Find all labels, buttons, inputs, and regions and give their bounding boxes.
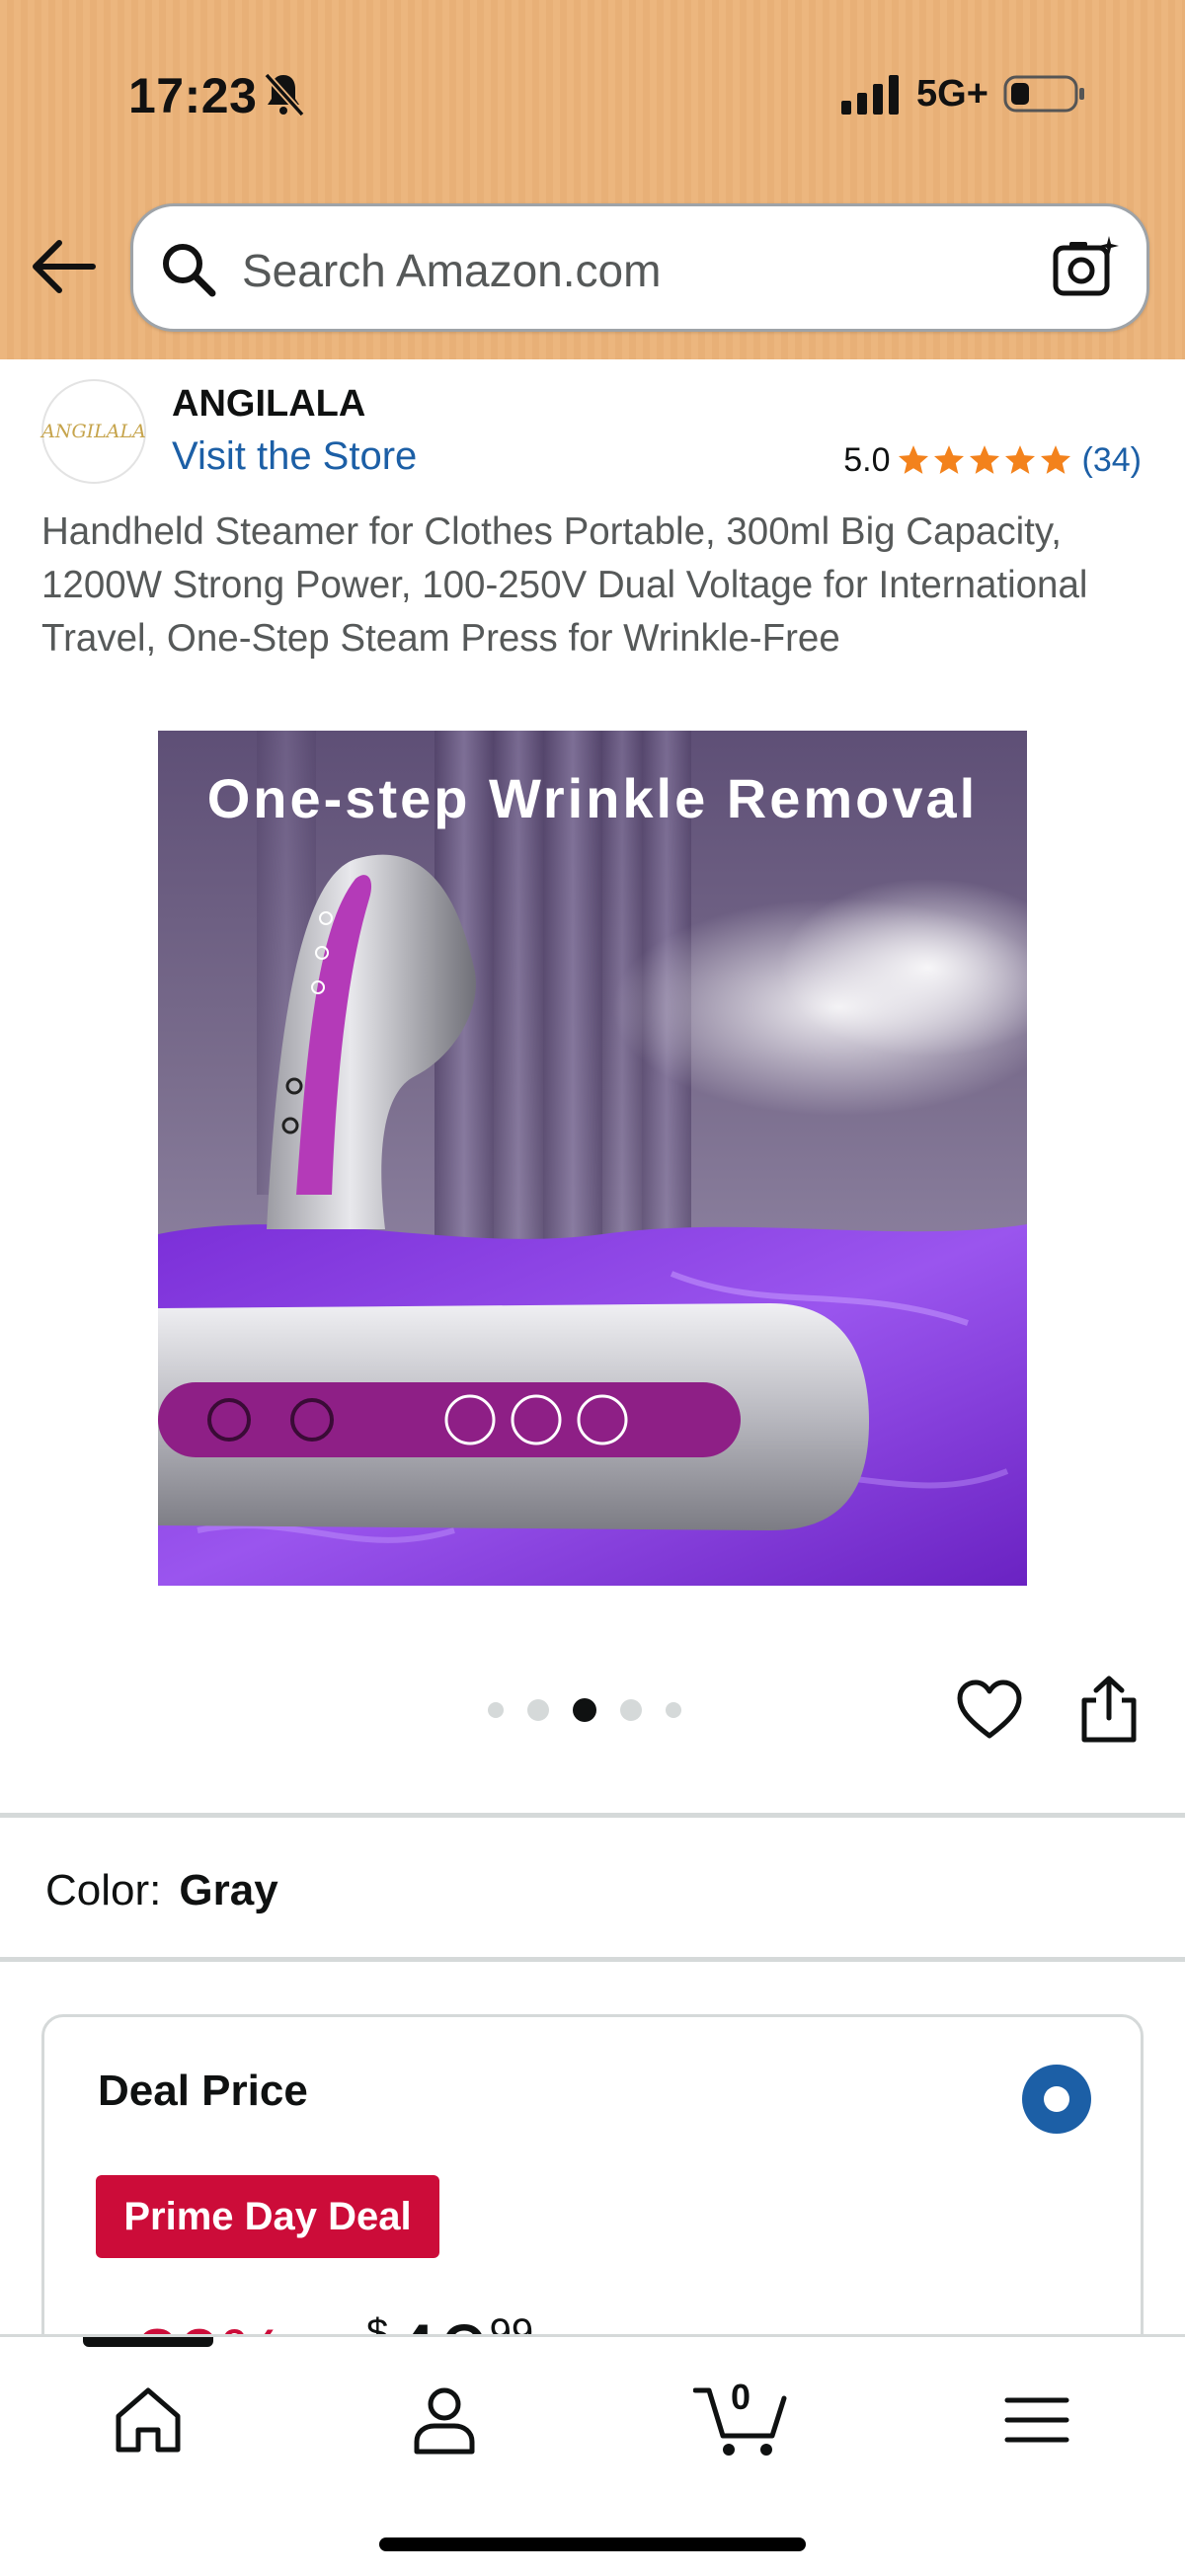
status-bar: 17:23 5G+ <box>0 63 1185 132</box>
rating-value: 5.0 <box>843 440 891 479</box>
account-icon[interactable] <box>405 2381 484 2459</box>
menu-icon[interactable] <box>997 2381 1076 2459</box>
back-arrow-icon[interactable] <box>30 235 99 298</box>
battery-icon <box>1003 75 1084 113</box>
silent-bell-icon <box>264 72 305 117</box>
home-indicator <box>379 2537 806 2551</box>
visit-store-link[interactable]: Visit the Store <box>172 434 417 479</box>
search-placeholder: Search Amazon.com <box>242 245 662 296</box>
rating-count[interactable]: (34) <box>1082 441 1142 480</box>
home-icon[interactable] <box>109 2381 188 2459</box>
star-rating <box>897 443 1072 477</box>
header: 17:23 5G+ Search Amazon.com <box>0 0 1185 359</box>
share-icon[interactable] <box>1078 1675 1140 1744</box>
steamer-illustration <box>158 854 869 1530</box>
brand-name: ANGILALA <box>172 383 366 425</box>
color-label: Color: <box>45 1866 162 1914</box>
deal-radio-button[interactable] <box>1022 2065 1091 2134</box>
carousel-dot[interactable] <box>620 1699 642 1721</box>
active-tab-indicator <box>83 2337 213 2347</box>
signal-icon <box>841 75 899 115</box>
product-title: Handheld Steamer for Clothes Portable, 3… <box>41 510 1088 660</box>
cart-button[interactable]: 0 <box>692 2377 788 2459</box>
carousel-dot[interactable] <box>488 1702 504 1718</box>
product-page: 17:23 5G+ Search Amazon.com ANGILALA ANG… <box>0 0 1185 2576</box>
search-input[interactable]: Search Amazon.com <box>130 203 1149 332</box>
search-row: Search Amazon.com <box>0 203 1185 332</box>
camera-search-icon[interactable] <box>1052 234 1119 301</box>
status-time: 17:23 <box>128 68 258 123</box>
heart-icon[interactable] <box>956 1678 1023 1742</box>
carousel-dot[interactable] <box>527 1699 549 1721</box>
color-selection: Color: Gray <box>45 1866 278 1915</box>
star-icon <box>1040 445 1070 474</box>
prime-day-badge: Prime Day Deal <box>96 2175 439 2258</box>
carousel-dot[interactable] <box>666 1702 681 1718</box>
carousel-dot[interactable] <box>573 1698 596 1722</box>
product-image[interactable]: One-step Wrinkle Removal <box>158 731 1027 1586</box>
network-label: 5G+ <box>916 73 988 115</box>
deal-title: Deal Price <box>98 2067 308 2115</box>
star-icon <box>898 445 928 474</box>
star-icon <box>933 445 964 474</box>
star-icon <box>969 445 999 474</box>
brand-logo[interactable]: ANGILALA <box>41 379 146 484</box>
brand-logo-text: ANGILALA <box>41 421 146 442</box>
divider <box>0 1813 1185 1818</box>
carousel-dots[interactable] <box>488 1696 681 1724</box>
color-value: Gray <box>179 1866 278 1914</box>
rating-summary[interactable]: 5.0 (34) <box>843 438 1142 482</box>
star-icon <box>1004 445 1035 474</box>
search-icon <box>163 244 216 297</box>
divider <box>0 1957 1185 1962</box>
cart-count: 0 <box>731 2377 751 2417</box>
